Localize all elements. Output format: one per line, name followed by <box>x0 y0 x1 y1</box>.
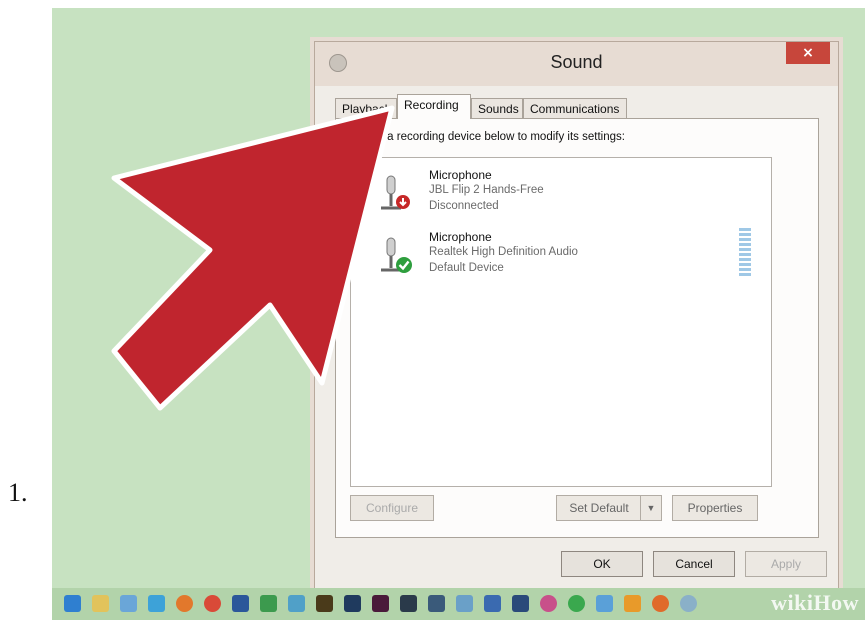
tab-communications[interactable]: Communications <box>523 98 627 118</box>
title-bar[interactable]: Sound × <box>315 42 838 86</box>
device-driver: JBL Flip 2 Hands-Free <box>429 184 544 196</box>
app-icon[interactable] <box>148 595 165 612</box>
wikihow-watermark: wikiHow <box>771 590 859 616</box>
device-list[interactable]: Microphone JBL Flip 2 Hands-Free Disconn… <box>350 157 772 487</box>
taskbar: wikiHow <box>52 588 865 620</box>
photoshop-icon[interactable] <box>344 595 361 612</box>
dialog-title: Sound <box>550 52 603 72</box>
watermark-how: How <box>813 590 859 615</box>
chevron-down-icon[interactable]: ▼ <box>640 496 661 520</box>
device-status: Disconnected <box>429 200 499 212</box>
app-icon[interactable] <box>596 595 613 612</box>
app-icon[interactable] <box>400 595 417 612</box>
start-icon[interactable] <box>64 595 81 612</box>
device-name: Microphone <box>429 230 492 244</box>
device-status: Default Device <box>429 262 504 274</box>
device-item[interactable]: Microphone JBL Flip 2 Hands-Free Disconn… <box>351 166 771 218</box>
recording-panel: Select a recording device below to modif… <box>335 118 819 538</box>
spotify-icon[interactable] <box>568 595 585 612</box>
app-icon[interactable] <box>652 595 669 612</box>
app-icon[interactable] <box>456 595 473 612</box>
instruction-text: Select a recording device below to modif… <box>352 131 625 143</box>
tab-sounds[interactable]: Sounds <box>471 98 523 118</box>
device-driver: Realtek High Definition Audio <box>429 246 578 258</box>
indesign-icon[interactable] <box>372 595 389 612</box>
configure-button[interactable]: Configure <box>350 495 434 521</box>
properties-button[interactable]: Properties <box>672 495 758 521</box>
word-icon[interactable] <box>232 595 249 612</box>
lightroom-icon[interactable] <box>428 595 445 612</box>
firefox-icon[interactable] <box>176 595 193 612</box>
app-icon[interactable] <box>680 595 697 612</box>
itunes-icon[interactable] <box>540 595 557 612</box>
sound-dialog: Sound × Playback Recording Sounds Commun… <box>314 41 839 596</box>
level-meter <box>739 228 751 278</box>
close-button[interactable]: × <box>786 42 830 64</box>
cancel-button[interactable]: Cancel <box>653 551 735 577</box>
set-default-label: Set Default <box>569 501 629 515</box>
red-down-arrow-icon <box>396 195 410 209</box>
tab-playback[interactable]: Playback <box>335 98 397 118</box>
folder-icon[interactable] <box>92 595 109 612</box>
screenshot-frame: Sound × Playback Recording Sounds Commun… <box>52 8 865 620</box>
ok-button[interactable]: OK <box>561 551 643 577</box>
device-name: Microphone <box>429 168 492 182</box>
watermark-wiki: wiki <box>771 590 814 615</box>
illustrator-icon[interactable] <box>316 595 333 612</box>
app-icon[interactable] <box>484 595 501 612</box>
device-item[interactable]: Microphone Realtek High Definition Audio… <box>351 228 771 280</box>
app-icon[interactable] <box>512 595 529 612</box>
step-number: 1. <box>8 478 28 507</box>
excel-icon[interactable] <box>260 595 277 612</box>
app-icon[interactable] <box>624 595 641 612</box>
apply-button[interactable]: Apply <box>745 551 827 577</box>
chrome-icon[interactable] <box>204 595 221 612</box>
tab-recording[interactable]: Recording <box>397 94 471 119</box>
set-default-button[interactable]: Set Default ▼ <box>556 495 662 521</box>
app-icon[interactable] <box>288 595 305 612</box>
app-icon[interactable] <box>120 595 137 612</box>
green-check-icon <box>396 257 412 273</box>
